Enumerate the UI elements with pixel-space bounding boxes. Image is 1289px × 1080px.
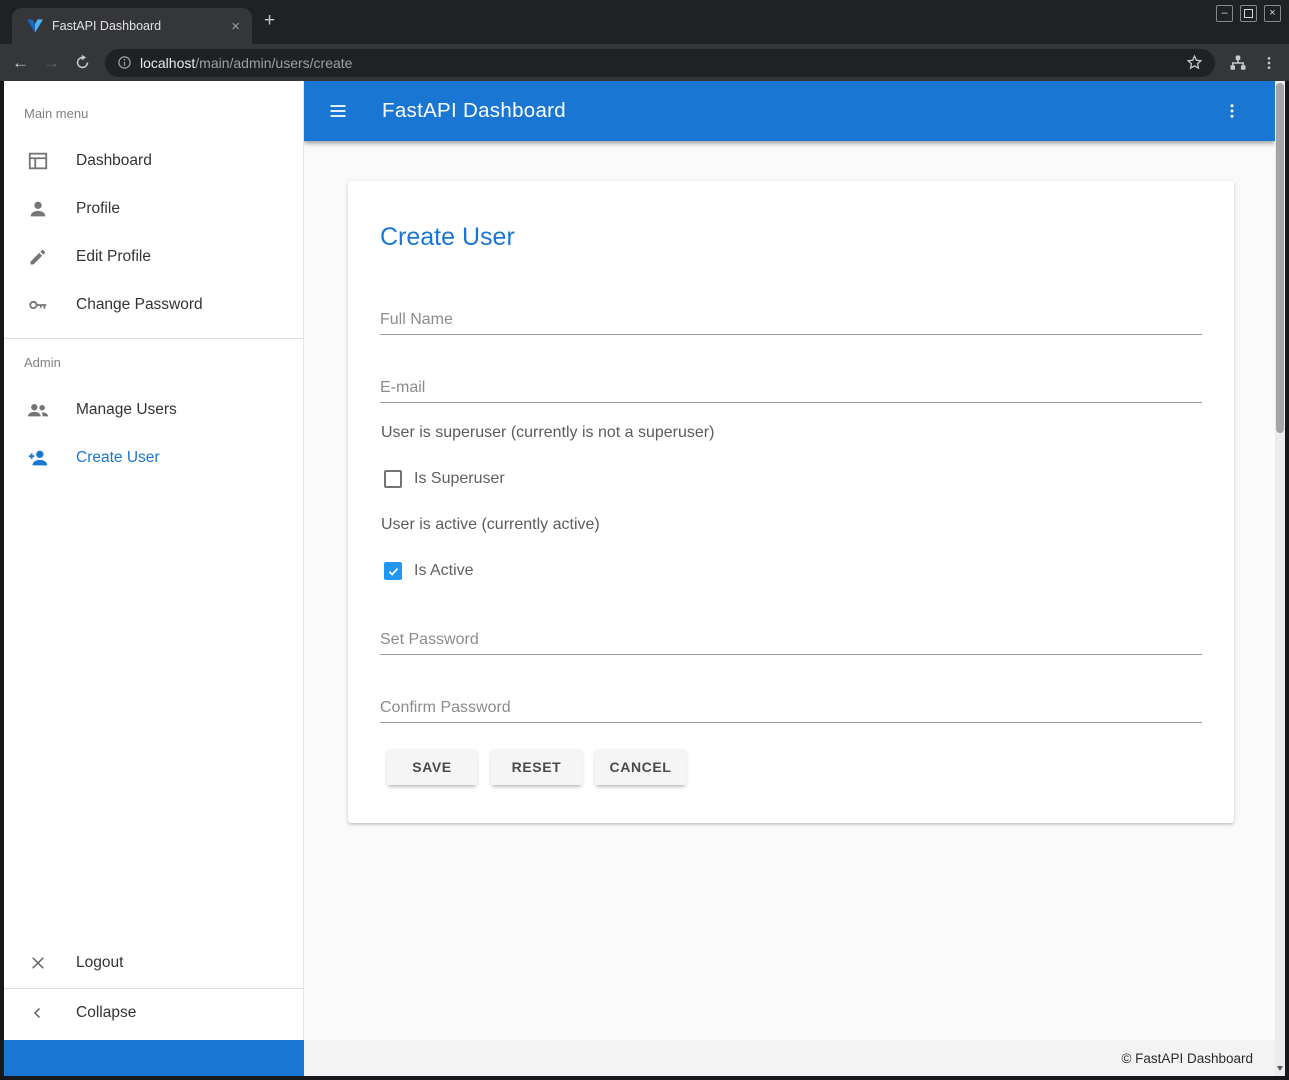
app-footer: © FastAPI Dashboard xyxy=(4,1040,1275,1076)
sidebar: Main menu Dashboard Profile xyxy=(4,81,304,1040)
email-input[interactable] xyxy=(380,373,1202,403)
checkbox-checked-icon xyxy=(384,562,402,580)
is-superuser-checkbox[interactable]: Is Superuser xyxy=(384,469,505,489)
forward-button[interactable]: → xyxy=(43,54,60,71)
page-title: Create User xyxy=(380,223,515,252)
url-path: /main/admin/users/create xyxy=(195,55,352,71)
key-icon xyxy=(26,293,50,317)
sidebar-item-label: Collapse xyxy=(76,1004,136,1022)
close-x-icon xyxy=(26,951,50,975)
browser-menu-icon[interactable] xyxy=(1261,55,1277,71)
address-bar[interactable]: localhost/main/admin/users/create xyxy=(105,49,1215,77)
app-page: Main menu Dashboard Profile xyxy=(4,81,1275,1076)
sidebar-item-collapse[interactable]: Collapse xyxy=(4,989,303,1037)
copyright-text: © FastAPI Dashboard xyxy=(1121,1051,1253,1066)
browser-tab[interactable]: FastAPI Dashboard × xyxy=(12,8,252,44)
dashboard-icon xyxy=(26,149,50,173)
sidebar-item-dashboard[interactable]: Dashboard xyxy=(4,137,303,185)
back-button[interactable]: ← xyxy=(12,54,29,71)
cancel-button[interactable]: CANCEL xyxy=(595,749,686,785)
footer-copyright-bar: © FastAPI Dashboard xyxy=(304,1040,1275,1076)
sidebar-section-admin: Admin xyxy=(24,355,61,370)
appbar-title: FastAPI Dashboard xyxy=(382,99,566,123)
sidebar-item-profile[interactable]: Profile xyxy=(4,185,303,233)
reset-button[interactable]: RESET xyxy=(491,749,582,785)
scrollbar-thumb[interactable] xyxy=(1276,83,1284,433)
sidebar-item-label: Profile xyxy=(76,200,120,218)
sidebar-item-label: Create User xyxy=(76,449,160,467)
active-hint: User is active (currently active) xyxy=(381,516,600,534)
sidebar-item-create-user[interactable]: Create User xyxy=(4,434,303,482)
sidebar-item-logout[interactable]: Logout xyxy=(4,939,303,987)
person-icon xyxy=(26,197,50,221)
tab-close-icon[interactable]: × xyxy=(227,18,244,35)
new-tab-button[interactable]: + xyxy=(264,11,275,31)
hamburger-menu-icon[interactable] xyxy=(328,101,348,121)
superuser-hint: User is superuser (currently is not a su… xyxy=(381,424,714,442)
url-host: localhost xyxy=(140,55,195,71)
checkbox-unchecked-icon xyxy=(384,470,402,488)
main-content: Create User User is superuser (currently… xyxy=(304,141,1275,1040)
set-password-input[interactable] xyxy=(380,625,1202,655)
checkbox-label: Is Superuser xyxy=(414,470,505,488)
vuetify-logo-icon xyxy=(27,18,43,34)
window-close-button[interactable]: × xyxy=(1264,5,1281,22)
confirm-password-input[interactable] xyxy=(380,693,1202,723)
sidebar-item-label: Dashboard xyxy=(76,152,152,170)
url-text: localhost/main/admin/users/create xyxy=(140,55,352,71)
hub-icon[interactable] xyxy=(1229,54,1247,72)
sidebar-item-manage-users[interactable]: Manage Users xyxy=(4,386,303,434)
sidebar-item-change-password[interactable]: Change Password xyxy=(4,281,303,329)
sidebar-item-label: Edit Profile xyxy=(76,248,151,266)
sidebar-item-label: Change Password xyxy=(76,296,203,314)
window-controls: – × xyxy=(1216,5,1281,22)
bookmark-star-icon[interactable] xyxy=(1186,54,1203,71)
chevron-left-icon xyxy=(26,1001,50,1025)
sidebar-item-label: Manage Users xyxy=(76,401,177,419)
sidebar-item-label: Logout xyxy=(76,954,123,972)
appbar-overflow-menu-icon[interactable] xyxy=(1223,102,1241,120)
scrollbar-down-arrow[interactable] xyxy=(1277,1066,1283,1071)
footer-accent-bar xyxy=(4,1040,304,1076)
sidebar-divider xyxy=(4,338,303,339)
app-bar: FastAPI Dashboard xyxy=(304,81,1275,141)
window-maximize-button[interactable] xyxy=(1240,5,1257,22)
page-scrollbar[interactable] xyxy=(1275,81,1285,1076)
site-info-icon[interactable] xyxy=(117,55,132,70)
reload-button[interactable] xyxy=(74,54,91,71)
browser-titlebar: FastAPI Dashboard × + – × xyxy=(0,0,1289,44)
pencil-icon xyxy=(26,245,50,269)
tab-title: FastAPI Dashboard xyxy=(52,19,227,33)
browser-toolbar: ← → localhost/main/admin/users/create xyxy=(0,44,1289,81)
full-name-input[interactable] xyxy=(380,305,1202,335)
is-active-checkbox[interactable]: Is Active xyxy=(384,561,474,581)
save-button[interactable]: SAVE xyxy=(387,749,477,785)
sidebar-section-main-menu: Main menu xyxy=(24,106,88,121)
window-minimize-button[interactable]: – xyxy=(1216,5,1233,22)
sidebar-item-edit-profile[interactable]: Edit Profile xyxy=(4,233,303,281)
person-add-icon xyxy=(26,446,50,470)
create-user-card: Create User User is superuser (currently… xyxy=(348,181,1234,823)
people-icon xyxy=(26,398,50,422)
checkbox-label: Is Active xyxy=(414,562,474,580)
